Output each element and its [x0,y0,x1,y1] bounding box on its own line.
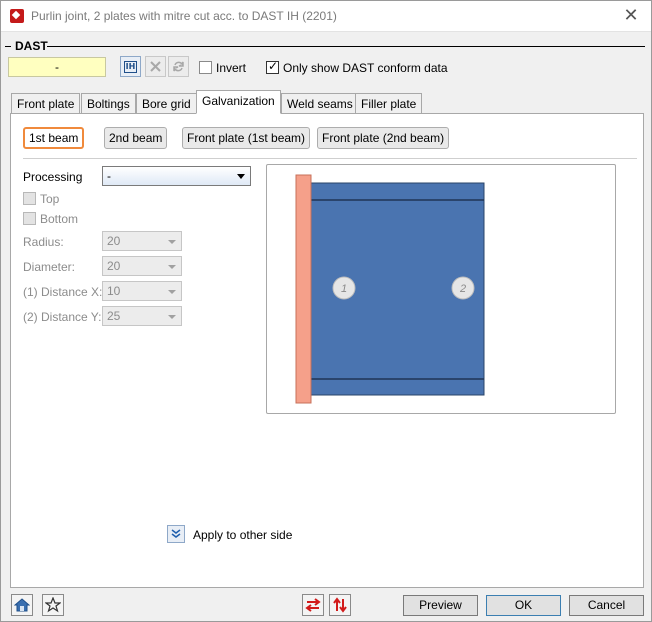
dialog-window: Purlin joint, 2 plates with mitre cut ac… [0,0,652,622]
chevron-down-icon [168,290,176,294]
ih-icon: IH [123,60,138,73]
distance-x-value: 10 [107,284,121,298]
invert-checkbox[interactable] [199,61,212,74]
apply-other-side-button[interactable] [167,525,185,543]
swap-horizontal-button[interactable] [302,594,324,616]
refresh-icon [173,61,184,72]
conform-checkbox[interactable] [266,59,279,74]
bottom-checkbox[interactable] [23,212,36,225]
preview-panel: 1 2 [266,164,616,414]
separator [23,158,637,159]
tab-front-plate[interactable]: Front plate [11,93,81,114]
tab-filler-plate[interactable]: Filler plate [355,93,423,114]
radius-label: Radius: [23,235,64,249]
front-plate [295,174,312,404]
chevron-down-icon [168,240,176,244]
chevron-down-icon [237,174,245,179]
conform-label: Only show DAST conform data [283,61,448,75]
distance-y-label: (2) Distance Y: [23,310,102,324]
swap-horizontal-icon [305,598,321,612]
distance-x-label: (1) Distance X: [23,285,103,299]
beam-drawing: 1 2 [295,174,485,404]
refresh-button[interactable] [168,56,189,77]
subtab-2nd-beam[interactable]: 2nd beam [104,127,168,149]
title-bar: Purlin joint, 2 plates with mitre cut ac… [1,1,651,32]
group-divider [47,46,645,47]
subtab-front-plate-1st[interactable]: Front plate (1st beam) [182,127,311,149]
distance-y-field[interactable]: 25 [102,306,182,326]
radius-value: 20 [107,234,121,248]
bottom-label: Bottom [40,212,79,226]
delete-icon [150,61,161,72]
window-title: Purlin joint, 2 plates with mitre cut ac… [31,9,337,23]
delete-button[interactable] [145,56,166,77]
dast-group-label: DAST [15,39,48,53]
chevron-down-icon [168,265,176,269]
subtab-front-plate-2nd[interactable]: Front plate (2nd beam) [317,127,450,149]
swap-vertical-button[interactable] [329,594,351,616]
double-chevron-down-icon [171,529,181,538]
diameter-field[interactable]: 20 [102,256,182,276]
distance-x-field[interactable]: 10 [102,281,182,301]
processing-label: Processing [23,170,83,184]
distance-y-value: 25 [107,309,121,323]
top-label: Top [40,192,60,206]
cancel-button[interactable]: Cancel [569,595,644,616]
diameter-label: Diameter: [23,260,76,274]
processing-dropdown[interactable]: - [102,166,251,186]
app-icon [10,9,24,23]
tab-bore-grid[interactable]: Bore grid [136,93,197,114]
invert-label: Invert [216,61,247,75]
ih-catalog-button[interactable]: IH [120,56,141,77]
swap-vertical-icon [333,597,347,613]
ok-button[interactable]: OK [486,595,561,616]
preview-button[interactable]: Preview [403,595,478,616]
close-icon[interactable]: ✕ [621,5,641,26]
group-divider [5,46,11,47]
top-checkbox[interactable] [23,192,36,205]
tab-boltings[interactable]: Boltings [81,93,136,114]
home-settings-button[interactable] [11,594,33,616]
subtab-1st-beam[interactable]: 1st beam [23,127,85,149]
marker-2: 2 [459,283,466,295]
radius-field[interactable]: 20 [102,231,182,251]
chevron-down-icon [168,315,176,319]
diameter-value: 20 [107,259,121,273]
star-icon [45,597,61,613]
tab-galvanization[interactable]: Galvanization [196,90,281,114]
marker-1: 1 [341,283,347,295]
tab-weld-seams[interactable]: Weld seams [281,93,359,114]
dast-value-field[interactable]: - [8,57,106,77]
favorite-button[interactable] [42,594,64,616]
house-icon [14,598,30,612]
processing-value: - [107,169,111,183]
apply-other-side-label: Apply to other side [193,528,293,542]
